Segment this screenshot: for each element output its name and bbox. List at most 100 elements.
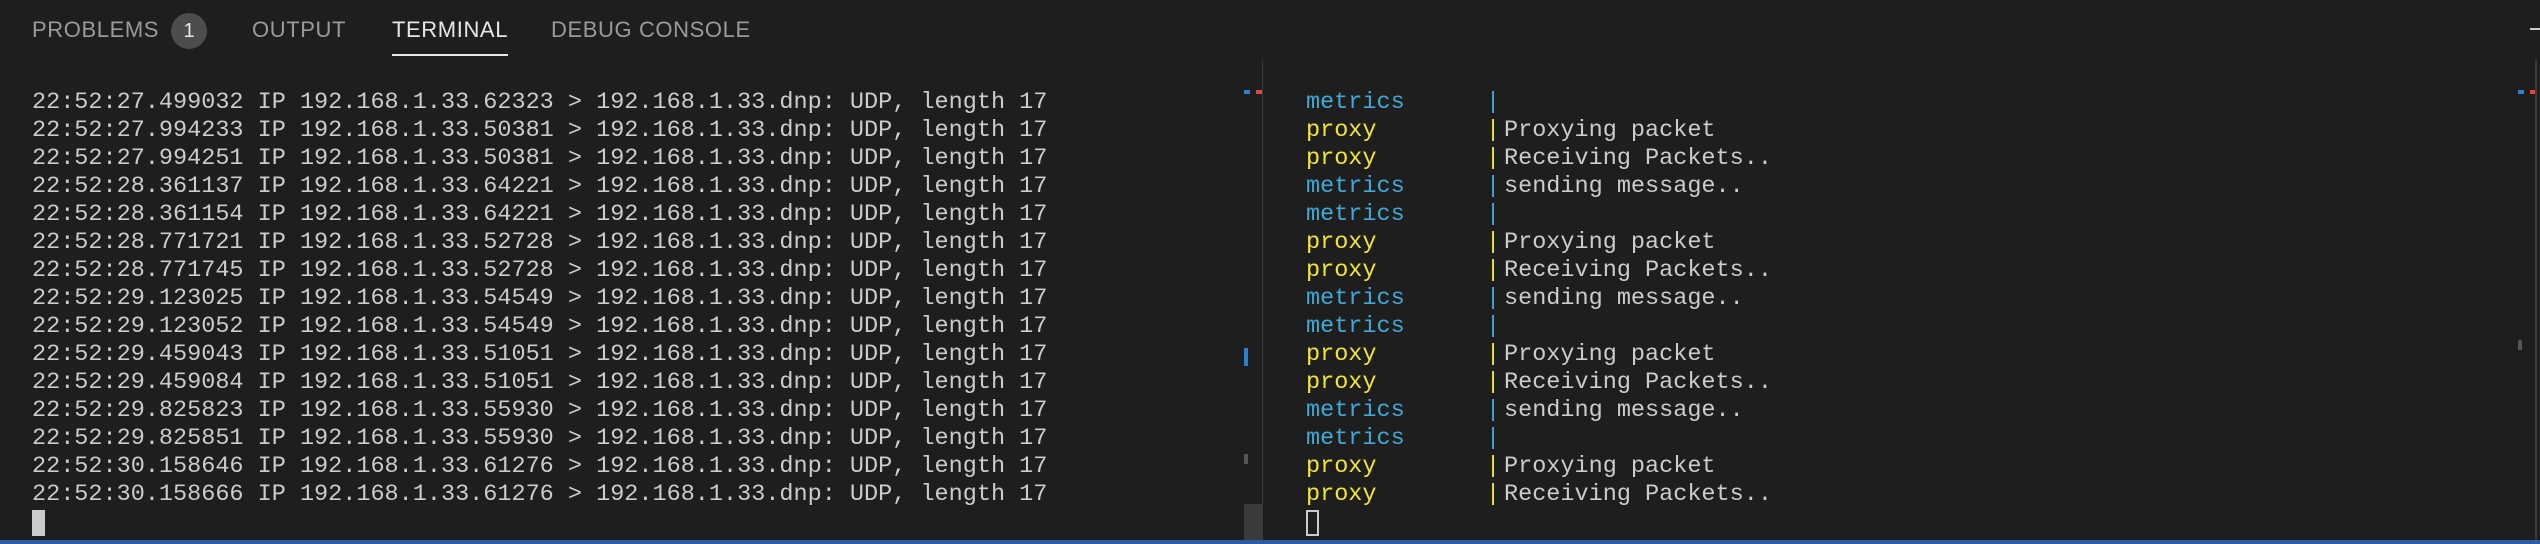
left-scrollbar-thumb[interactable] [1244,504,1262,540]
service-name: metrics [1306,173,1405,200]
log-separator: | [1486,201,1501,228]
log-separator: | [1486,285,1501,312]
terminal-line: 22:52:28.361154 IP 192.168.1.33.64221 > … [32,201,1048,228]
log-line: metrics | sending message.. [1306,173,1772,201]
service-name: metrics [1306,397,1405,424]
log-line: proxy | Proxying packet [1306,229,1772,257]
log-message: Receiving Packets.. [1504,481,1772,508]
service-name: metrics [1306,285,1405,312]
log-separator: | [1486,425,1501,452]
service-name: metrics [1306,201,1405,228]
left-terminal-scrollbar[interactable] [1244,76,1262,540]
service-name: proxy [1306,341,1377,368]
terminal-right-output[interactable]: metrics | proxy | Proxying packet proxy | Recei… [1306,89,1772,537]
log-message: Receiving Packets.. [1504,369,1772,396]
overview-marker-gray [2518,340,2522,350]
log-message: Proxying packet [1504,229,1716,256]
right-terminal-scrollbar[interactable] [2518,76,2536,540]
service-name: proxy [1306,229,1377,256]
service-name: metrics [1306,425,1405,452]
log-line: proxy | Proxying packet [1306,453,1772,481]
tab-output-label: OUTPUT [252,17,347,42]
service-name: proxy [1306,481,1377,508]
log-separator: | [1486,89,1501,116]
tab-output[interactable]: OUTPUT [252,16,346,44]
terminal-line: 22:52:27.499032 IP 192.168.1.33.62323 > … [32,89,1048,116]
tab-problems-label: PROBLEMS [32,17,160,42]
log-line: metrics | [1306,89,1772,117]
service-name: metrics [1306,89,1405,116]
service-name: proxy [1306,453,1377,480]
terminal-line: 22:52:29.459043 IP 192.168.1.33.51051 > … [32,341,1048,368]
minimize-panel-icon[interactable] [2530,28,2540,30]
log-separator: | [1486,173,1501,200]
terminal-line: 22:52:29.825823 IP 192.168.1.33.55930 > … [32,397,1048,424]
tab-problems[interactable]: PROBLEMS [32,16,159,44]
terminal-line: 22:52:29.123025 IP 192.168.1.33.54549 > … [32,285,1048,312]
log-separator: | [1486,257,1501,284]
terminal-line: 22:52:27.994233 IP 192.168.1.33.50381 > … [32,117,1048,144]
log-line: proxy | Receiving Packets.. [1306,257,1772,285]
service-name: proxy [1306,145,1377,172]
log-line: proxy | Proxying packet [1306,117,1772,145]
log-message: sending message.. [1504,173,1744,200]
log-separator: | [1486,145,1501,172]
panel-tab-bar: PROBLEMS 1 OUTPUT TERMINAL DEBUG CONSOLE [0,0,2540,60]
service-name: proxy [1306,369,1377,396]
terminal-line: 22:52:27.994251 IP 192.168.1.33.50381 > … [32,145,1048,172]
tab-debug-console[interactable]: DEBUG CONSOLE [551,16,751,44]
log-separator: | [1486,397,1501,424]
log-line: proxy | Receiving Packets.. [1306,481,1772,509]
terminal-prompt-line [32,509,1047,537]
tab-debug-console-label: DEBUG CONSOLE [551,17,751,42]
terminal-line: 22:52:28.771721 IP 192.168.1.33.52728 > … [32,229,1048,256]
log-message: sending message.. [1504,285,1744,312]
terminal-split-divider[interactable] [1262,60,1263,540]
log-line: metrics | [1306,425,1772,453]
service-name: proxy [1306,117,1377,144]
problems-count-badge: 1 [171,13,207,49]
log-line: proxy | Receiving Packets.. [1306,369,1772,397]
log-separator: | [1486,341,1501,368]
terminal-prompt-line [1306,509,1772,537]
terminal-line: 22:52:29.825851 IP 192.168.1.33.55930 > … [32,425,1048,452]
log-line: metrics | [1306,201,1772,229]
log-line: metrics | [1306,313,1772,341]
log-message: Receiving Packets.. [1504,257,1772,284]
terminal-line: 22:52:28.771745 IP 192.168.1.33.52728 > … [32,257,1048,284]
overview-marker-blue [1244,348,1248,366]
terminal-cursor [32,510,45,536]
log-separator: | [1486,369,1501,396]
right-panel-edge [2535,60,2537,540]
terminal-line: 22:52:29.123052 IP 192.168.1.33.54549 > … [32,313,1048,340]
tab-terminal[interactable]: TERMINAL [392,16,509,56]
log-message: Receiving Packets.. [1504,145,1772,172]
terminal-line: 22:52:30.158666 IP 192.168.1.33.61276 > … [32,481,1048,508]
terminal-line: 22:52:30.158646 IP 192.168.1.33.61276 > … [32,453,1048,480]
panel-bottom-border [0,540,2540,544]
terminal-cursor [1306,510,1319,536]
terminal-line: 22:52:29.459084 IP 192.168.1.33.51051 > … [32,369,1048,396]
overview-marker-blue [2518,90,2524,94]
log-message: Proxying packet [1504,453,1716,480]
terminal-left-output[interactable]: 22:52:27.499032 IP 192.168.1.33.62323 > … [32,89,1047,537]
service-name: metrics [1306,313,1405,340]
tab-terminal-label: TERMINAL [392,17,509,42]
log-separator: | [1486,313,1501,340]
log-line: metrics | sending message.. [1306,285,1772,313]
log-separator: | [1486,453,1501,480]
log-message: Proxying packet [1504,341,1716,368]
log-separator: | [1486,481,1501,508]
log-message: Proxying packet [1504,117,1716,144]
service-name: proxy [1306,257,1377,284]
active-tab-indicator [392,54,509,56]
log-separator: | [1486,117,1501,144]
log-line: proxy | Receiving Packets.. [1306,145,1772,173]
overview-marker-gray [1244,454,1248,464]
terminal-line: 22:52:28.361137 IP 192.168.1.33.64221 > … [32,173,1048,200]
overview-marker-blue [1244,90,1250,94]
log-message: sending message.. [1504,397,1744,424]
log-separator: | [1486,229,1501,256]
log-line: proxy | Proxying packet [1306,341,1772,369]
log-line: metrics | sending message.. [1306,397,1772,425]
